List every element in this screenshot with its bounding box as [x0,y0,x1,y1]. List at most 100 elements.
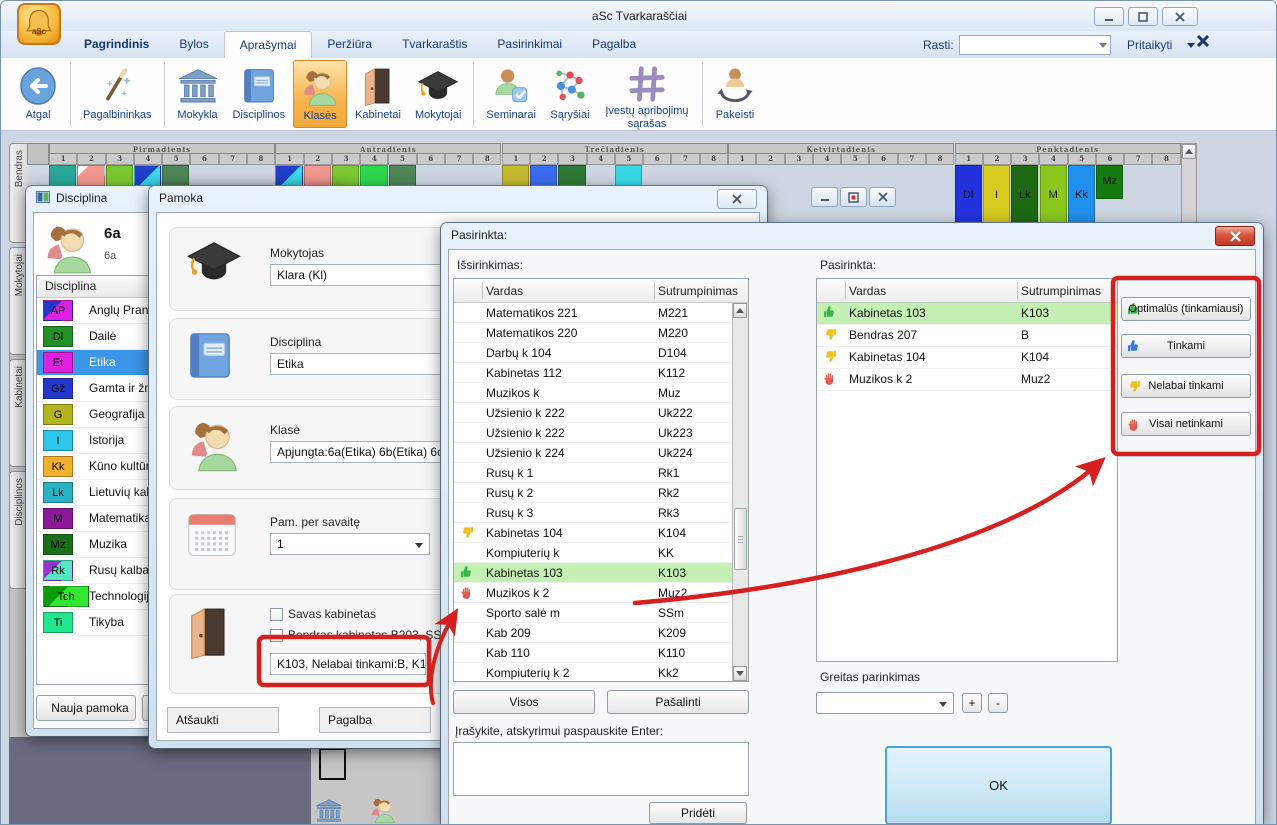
period-8[interactable]: 8 [700,154,728,165]
ribbon-tab-perziura[interactable]: Peržiūra [312,31,387,58]
abbr-column-header[interactable]: Sutrumpinimas [1021,284,1101,298]
scroll-down-icon[interactable] [733,666,747,681]
room-row-kabinetas-104-k104[interactable]: Kabinetas 104K104 [454,523,732,543]
title-bar[interactable]: aSc Tvarkaraščiai [1,1,1277,31]
period-6[interactable]: 6 [190,154,218,165]
period-7[interactable]: 7 [445,154,473,165]
period-7[interactable]: 7 [219,154,247,165]
shared-room-checkbox[interactable]: Bendras kabinetas B203, SS1, [270,628,451,642]
ribbon-tab-pagalba[interactable]: Pagalba [577,31,651,58]
scrollbar-thumb[interactable] [734,508,747,570]
apply-dropdown-icon[interactable] [1187,43,1195,48]
room-row-uzsienio-k-222-uk222[interactable]: Užsienio k 222Uk222 [454,403,732,423]
name-column-header[interactable]: Vardas [486,284,523,298]
quick-remove-button[interactable]: - [988,693,1008,713]
toolbar-seminarai[interactable]: Seminarai [480,60,542,128]
room-row-sporto-sale-m-ssm[interactable]: Sporto salė mSSm [454,603,732,623]
ribbon-tab-aprasymai[interactable]: Aprašymai [224,31,313,59]
close-button[interactable] [1162,7,1198,26]
room-row-bendras-207-b[interactable]: Bendras 207B [817,325,1117,347]
toolbar-disciplinos[interactable]: Disciplinos [227,60,292,128]
period-2[interactable]: 2 [304,154,332,165]
toolbar-klases[interactable]: Klasės [293,60,347,128]
period-1[interactable]: 1 [49,154,77,165]
toolbar-mokykla[interactable]: Mokykla [171,60,225,128]
room-row-kabinetas-103-k103[interactable]: Kabinetas 103K103 [454,563,732,583]
period-4[interactable]: 4 [813,154,841,165]
ribbon-tab-tvarkarastis[interactable]: Tvarkaraštis [387,31,482,58]
timetable-cell-lk[interactable]: Lk [1011,165,1038,227]
ribbon-tab-pasirinkimai[interactable]: Pasirinkimai [482,31,577,58]
pamoka-dialog-titlebar[interactable]: Pamoka [149,186,767,210]
room-row-matematikos-220-m220[interactable]: Matematikos 220M220 [454,323,732,343]
period-8[interactable]: 8 [247,154,275,165]
find-dropdown-icon[interactable] [1099,43,1107,48]
find-input[interactable] [959,35,1111,55]
scroll-up-icon[interactable] [1182,144,1196,159]
period-8[interactable]: 8 [473,154,501,165]
period-7[interactable]: 7 [1124,154,1152,165]
timetable-cell-dl[interactable]: Dl [955,165,982,227]
timetable-cell-kk[interactable]: Kk [1068,165,1095,227]
clear-find-button[interactable] [1197,34,1211,54]
type-rooms-input[interactable] [453,742,749,796]
period-7[interactable]: 7 [671,154,699,165]
own-room-checkbox[interactable]: Savas kabinetas [270,607,376,621]
timetable-cell-m[interactable]: M [1040,165,1067,227]
rooms-field[interactable]: K103, Nelabai tinkami:B, K104, [270,653,426,675]
available-list-scrollbar[interactable] [732,303,748,681]
quick-selection-dropdown[interactable] [816,692,954,714]
period-5[interactable]: 5 [841,154,869,165]
period-8[interactable]: 8 [926,154,954,165]
ok-button[interactable]: OK [885,746,1112,825]
all-button[interactable]: Visos [453,690,595,714]
quick-add-button[interactable]: + [962,693,982,713]
period-3[interactable]: 3 [1011,154,1039,165]
period-5[interactable]: 5 [1068,154,1096,165]
mdi-restore-button[interactable] [840,187,867,207]
suitability-button-nelabai-tinkami[interactable]: Nelabai tinkami [1121,374,1251,398]
room-row-kab-110-k110[interactable]: Kab 110K110 [454,643,732,663]
suitability-button-optimalus-tinkamiausi[interactable]: Optimalūs (tinkamiausi) [1121,297,1251,321]
mdi-minimize-button[interactable] [811,187,838,207]
pasirinkta-close-button[interactable] [1215,226,1255,246]
room-row-rusu-k-3-rk3[interactable]: Rusų k 3Rk3 [454,503,732,523]
toolbar-ivestu-apribojimu-sarasas[interactable]: Įvestų apribojimų sąrašas [598,60,696,128]
period-1[interactable]: 1 [275,154,303,165]
period-4[interactable]: 4 [360,154,388,165]
scroll-up-icon[interactable] [733,303,747,318]
room-row-kabinetas-103-k103[interactable]: Kabinetas 103K103 [817,303,1117,325]
room-row-muzikos-k-muz[interactable]: Muzikos kMuz [454,383,732,403]
period-7[interactable]: 7 [898,154,926,165]
period-2[interactable]: 2 [756,154,784,165]
suitability-button-visai-netinkami[interactable]: Visai netinkami [1121,412,1251,436]
period-2[interactable]: 2 [530,154,558,165]
timetable-cell-mz[interactable]: Mz [1096,165,1123,199]
pasirinkta-dialog-titlebar[interactable]: Pasirinkta: [441,223,1263,247]
ribbon-tab-pagrindinis[interactable]: Pagrindinis [69,31,164,58]
period-5[interactable]: 5 [388,154,416,165]
remove-button[interactable]: Pašalinti [607,690,749,714]
room-row-kabinetas-112-k112[interactable]: Kabinetas 112K112 [454,363,732,383]
period-5[interactable]: 5 [615,154,643,165]
minimize-button[interactable] [1094,7,1124,26]
ribbon-tab-bylos[interactable]: Bylos [164,31,223,58]
period-4[interactable]: 4 [1039,154,1067,165]
room-row-kompiuteriu-k-2-kk2[interactable]: Kompiuterių k 2Kk2 [454,663,732,682]
toolbar-atgal[interactable]: Atgal [12,60,64,128]
mdi-close-button[interactable] [869,187,896,207]
period-6[interactable]: 6 [869,154,897,165]
room-row-muzikos-k-2-muz2[interactable]: Muzikos k 2Muz2 [454,583,732,603]
pamoka-close-button[interactable] [717,189,757,209]
toolbar-kabinetai[interactable]: Kabinetai [349,60,407,128]
period-1[interactable]: 1 [955,154,983,165]
toolbar-sarysiai[interactable]: Sąryšiai [544,60,596,128]
toolbar-pakeisti[interactable]: Pakeisti [709,60,761,128]
per-week-dropdown[interactable]: 1 [270,533,430,555]
period-1[interactable]: 1 [502,154,530,165]
period-3[interactable]: 3 [106,154,134,165]
period-2[interactable]: 2 [77,154,105,165]
suitability-button-tinkami[interactable]: Tinkami [1121,334,1251,358]
period-5[interactable]: 5 [162,154,190,165]
period-1[interactable]: 1 [728,154,756,165]
